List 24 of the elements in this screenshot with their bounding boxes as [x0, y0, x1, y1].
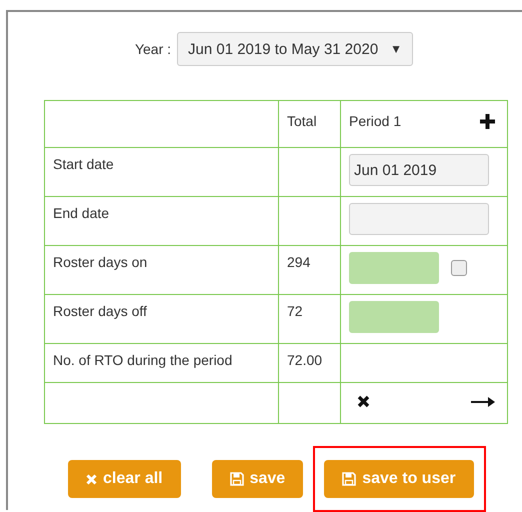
input-field[interactable] [349, 203, 489, 235]
action-button[interactable]: save to user [324, 460, 474, 498]
input-field[interactable] [349, 252, 439, 284]
action-button[interactable]: clear all [68, 460, 181, 498]
row-label: No. of RTO during the period [44, 344, 278, 382]
row-label: Roster days off [44, 294, 278, 344]
year-dropdown[interactable]: Jun 01 2019 to May 31 2020 ▼ [177, 32, 414, 66]
checkbox[interactable] [451, 260, 467, 276]
arrow-right-icon[interactable] [471, 396, 495, 406]
column-header: Period 1 [340, 100, 508, 148]
input-field[interactable]: Jun 01 2019 [349, 154, 489, 186]
table-cell: 72 [278, 294, 340, 344]
table-cell: 294 [278, 246, 340, 294]
table-cell: 72.00 [278, 344, 340, 382]
close-icon[interactable] [357, 395, 370, 408]
row-label: Roster days on [44, 246, 278, 294]
add-icon[interactable] [480, 114, 495, 128]
row-label: Start date [44, 148, 278, 196]
column-header: Total [278, 100, 340, 148]
row-label: End date [44, 196, 278, 246]
input-field[interactable] [349, 301, 439, 333]
year-label: Year : [134, 41, 172, 57]
close-icon [86, 474, 97, 484]
action-button[interactable]: save [212, 460, 304, 498]
